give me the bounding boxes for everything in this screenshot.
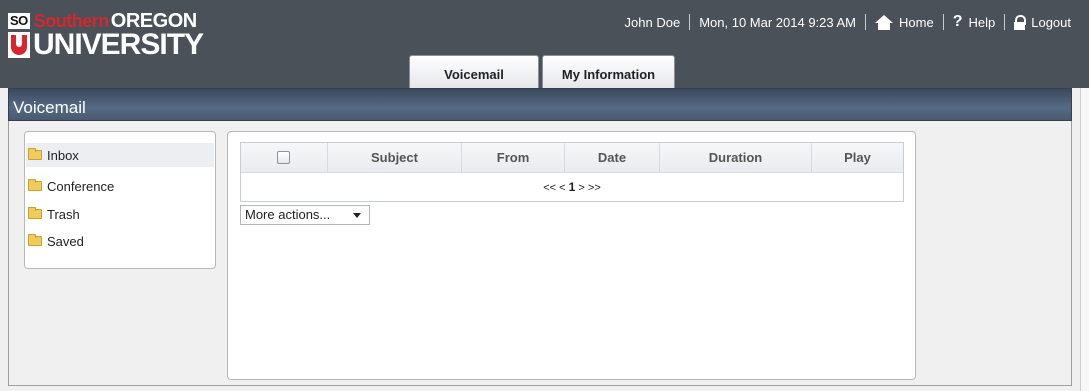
university-logo[interactable]: SO Southern OREGON UNIVERSITY xyxy=(8,10,208,62)
table-header: Subject From Date Duration Play xyxy=(241,143,903,173)
section-header: Voicemail xyxy=(8,88,1072,121)
sidebar-item-inbox[interactable]: Inbox xyxy=(26,143,214,167)
folder-label: Saved xyxy=(47,233,84,249)
column-duration[interactable]: Duration xyxy=(660,143,812,173)
folder-icon xyxy=(28,179,42,191)
more-actions-label: More actions... xyxy=(245,207,331,222)
first-page-link[interactable]: << xyxy=(543,182,556,194)
folder-sidebar: Inbox Conference Trash Saved xyxy=(24,131,216,269)
scrollbar-edge[interactable] xyxy=(1080,88,1089,391)
select-all-checkbox[interactable] xyxy=(277,151,290,164)
pagination: << < 1 > >> xyxy=(241,174,903,201)
sidebar-item-trash[interactable]: Trash xyxy=(26,202,214,226)
logout-link[interactable]: Logout xyxy=(1014,14,1071,30)
logo-u-shield xyxy=(8,32,30,58)
question-mark-icon: ? xyxy=(952,13,963,30)
column-subject[interactable]: Subject xyxy=(328,143,462,173)
column-date[interactable]: Date xyxy=(565,143,660,173)
prev-page-link[interactable]: < xyxy=(559,182,565,194)
home-icon xyxy=(875,14,894,30)
column-select xyxy=(241,143,328,173)
logout-label: Logout xyxy=(1031,14,1071,30)
last-page-link[interactable]: >> xyxy=(588,182,601,194)
folder-icon xyxy=(28,148,42,160)
voicemail-table: Subject From Date Duration Play << < 1 >… xyxy=(240,142,904,202)
section-title: Voicemail xyxy=(13,98,86,117)
help-label: Help xyxy=(968,14,996,30)
column-play: Play xyxy=(844,150,871,165)
chevron-down-icon xyxy=(353,213,361,218)
folder-label: Inbox xyxy=(47,147,79,163)
lock-icon xyxy=(1014,14,1027,30)
divider xyxy=(942,14,944,30)
folder-icon xyxy=(28,207,42,219)
sidebar-item-conference[interactable]: Conference xyxy=(26,174,214,198)
divider xyxy=(865,14,867,30)
help-link[interactable]: ? Help xyxy=(953,13,996,31)
current-datetime: Mon, 10 Mar 2014 9:23 AM xyxy=(699,14,857,30)
folder-label: Conference xyxy=(47,178,115,194)
more-actions-dropdown[interactable]: More actions... xyxy=(240,205,370,225)
home-label: Home xyxy=(899,14,934,30)
folder-icon xyxy=(28,234,42,246)
current-page: 1 xyxy=(568,180,576,194)
logo-university: UNIVERSITY xyxy=(33,28,204,61)
divider xyxy=(1004,14,1006,30)
logo-so: SO xyxy=(8,13,30,29)
tab-voicemail[interactable]: Voicemail xyxy=(409,55,539,89)
sidebar-item-saved[interactable]: Saved xyxy=(26,229,214,253)
message-panel: Subject From Date Duration Play << < 1 >… xyxy=(227,131,916,380)
user-toolbar: John Doe Mon, 10 Mar 2014 9:23 AM Home ?… xyxy=(625,13,1071,31)
folder-label: Trash xyxy=(47,206,80,222)
column-from[interactable]: From xyxy=(462,143,565,173)
next-page-link[interactable]: > xyxy=(578,182,584,194)
divider xyxy=(689,14,691,30)
tab-my-information[interactable]: My Information xyxy=(542,55,675,89)
user-name: John Doe xyxy=(624,14,681,30)
home-link[interactable]: Home xyxy=(875,14,934,30)
